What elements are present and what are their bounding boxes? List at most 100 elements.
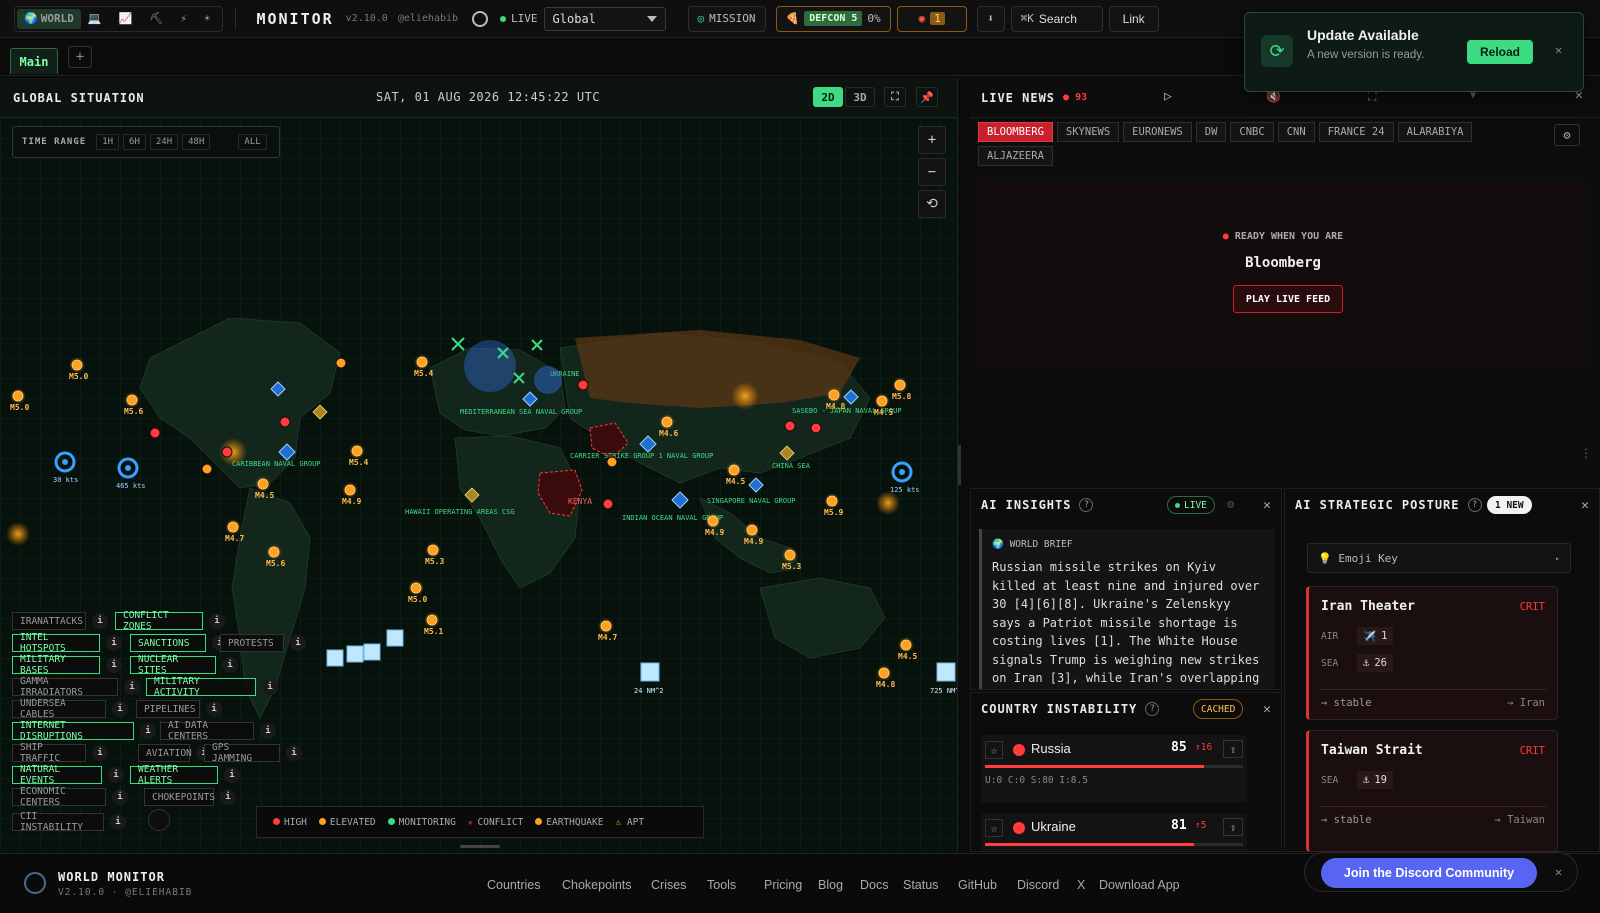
layer-toggle-undersea-cables[interactable]: UNDERSEA CABLES <box>12 698 106 720</box>
layer-toggle-nuclear-sites[interactable]: NUCLEAR SITES <box>130 654 216 676</box>
channel-dw[interactable]: DW <box>1195 122 1227 142</box>
alerts-button[interactable]: ◉ 1 <box>896 5 967 32</box>
info-icon[interactable]: i <box>286 745 302 761</box>
layer-toggle-ai-data-centers[interactable]: AI DATA CENTERS <box>160 720 254 742</box>
add-tab-button[interactable]: + <box>68 46 92 68</box>
hotspot-marker[interactable] <box>810 422 822 434</box>
time-range-2[interactable]: 24H <box>149 134 179 150</box>
channel-cnbc[interactable]: CNBC <box>1230 122 1274 142</box>
instability-row[interactable]: ☆ Ukraine 81 ↑5 ⇪ <box>981 813 1247 851</box>
discord-join-button[interactable]: Join the Discord Community <box>1321 858 1537 888</box>
layer-toggle-iranattacks[interactable]: IRANATTACKS <box>12 612 86 630</box>
star-icon[interactable]: ☆ <box>985 819 1003 837</box>
reload-button[interactable]: Reload <box>1467 40 1533 64</box>
footer-link-docs[interactable]: Docs <box>860 878 888 892</box>
fullscreen-icon[interactable]: ⛶ <box>884 87 906 107</box>
help-icon[interactable]: ? <box>1079 498 1094 512</box>
tab-main[interactable]: Main <box>10 48 58 74</box>
hotspot-marker[interactable] <box>606 456 618 468</box>
layer-toggle-pipelines[interactable]: PIPELINES <box>136 700 200 718</box>
variant-tab-3[interactable]: ⛏ <box>142 9 173 29</box>
variant-tab-0[interactable]: 🌍 WORLD <box>17 8 81 29</box>
channel-cnn[interactable]: CNN <box>1277 122 1315 142</box>
info-icon[interactable]: i <box>106 657 122 673</box>
help-icon[interactable]: ? <box>1467 498 1482 512</box>
footer-link-tools[interactable]: Tools <box>707 878 736 892</box>
settings-icon[interactable]: ⚙ <box>1227 497 1234 511</box>
layer-toggle-economic-centers[interactable]: ECONOMIC CENTERS <box>12 786 106 808</box>
layer-toggle-natural-events[interactable]: NATURAL EVENTS <box>12 764 102 786</box>
channel-france-24[interactable]: FRANCE 24 <box>1318 122 1394 142</box>
info-icon[interactable]: i <box>110 814 126 830</box>
close-icon[interactable]: ✕ <box>1555 865 1562 879</box>
info-icon[interactable]: i <box>224 767 240 783</box>
hotspot-marker[interactable] <box>201 463 213 475</box>
info-icon[interactable]: i <box>92 745 108 761</box>
time-range-1[interactable]: 6H <box>123 134 146 150</box>
layer-toggle-military-bases[interactable]: MILITARY BASES <box>12 654 100 676</box>
layer-toggle-sanctions[interactable]: SANCTIONS <box>130 634 206 652</box>
layer-toggle-internet-disruptions[interactable]: INTERNET DISRUPTIONS <box>12 720 134 742</box>
mode-2d-button[interactable]: 2D <box>813 87 843 107</box>
hotspot-marker[interactable] <box>784 420 796 432</box>
layer-toggle-aviation[interactable]: AVIATION <box>138 744 192 762</box>
time-range-4[interactable]: ALL <box>238 134 267 150</box>
footer-link-status[interactable]: Status <box>903 878 938 892</box>
info-icon[interactable]: i <box>290 635 306 651</box>
world-map[interactable]: MEDITERRANEAN SEA NAVAL GROUP CARRIER ST… <box>0 118 958 852</box>
info-icon[interactable]: i <box>112 701 128 717</box>
theater-card[interactable]: Taiwan Strait CRIT SEA ⚓ 19 → stable → Taiwan <box>1306 730 1558 852</box>
play-live-button[interactable]: PLAY LIVE FEED <box>1233 285 1343 313</box>
defcon-indicator[interactable]: 🍕 DEFCON 5 0% <box>775 5 891 32</box>
info-icon[interactable]: i <box>140 723 156 739</box>
info-icon[interactable]: i <box>222 657 238 673</box>
hotspot-marker[interactable] <box>577 379 589 391</box>
variant-tab-2[interactable]: 📈 <box>112 9 143 29</box>
layer-toggle-gps-jamming[interactable]: GPS JAMMING <box>204 742 280 764</box>
layer-toggle-ship-traffic[interactable]: SHIP TRAFFIC <box>12 742 86 764</box>
info-icon[interactable]: i <box>260 723 276 739</box>
splitter-handle[interactable] <box>958 445 961 485</box>
region-select[interactable]: Global <box>543 6 666 31</box>
close-icon[interactable]: ✕ <box>1555 43 1562 57</box>
footer-link-github[interactable]: GitHub <box>958 878 997 892</box>
gear-icon[interactable]: ⚙ <box>1554 124 1580 146</box>
hotspot-marker[interactable] <box>149 427 161 439</box>
search-button[interactable]: ⌘K Search <box>1010 5 1103 32</box>
emoji-key-toggle[interactable]: 💡 Emoji Key ▸ <box>1307 543 1571 573</box>
share-icon[interactable]: ⇪ <box>1223 740 1243 758</box>
layer-toggle-conflict-zones[interactable]: CONFLICT ZONES <box>115 610 203 632</box>
video-player[interactable]: ● READY WHEN YOU ARE Bloomberg PLAY LIVE… <box>980 183 1586 363</box>
layer-toggle-weather-alerts[interactable]: WEATHER ALERTS <box>130 764 218 786</box>
info-icon[interactable]: i <box>262 679 278 695</box>
zoom-out-button[interactable]: − <box>918 158 946 186</box>
info-icon[interactable]: i <box>220 789 236 805</box>
reset-view-button[interactable]: ⟲ <box>918 190 946 218</box>
footer-link-chokepoints[interactable]: Chokepoints <box>562 878 632 892</box>
mode-3d-button[interactable]: 3D <box>845 87 875 107</box>
channel-euronews[interactable]: EURONEWS <box>1123 122 1192 142</box>
hotspot-marker[interactable] <box>221 446 233 458</box>
layer-toggle-protests[interactable]: PROTESTS <box>220 634 284 652</box>
star-icon[interactable]: ☆ <box>985 741 1003 759</box>
link-button[interactable]: Link <box>1108 5 1159 32</box>
footer-link-crises[interactable]: Crises <box>651 878 686 892</box>
zoom-in-button[interactable]: + <box>918 126 946 154</box>
pin-icon[interactable]: 📌 <box>916 87 938 107</box>
more-icon[interactable]: ⋮ <box>1580 446 1592 460</box>
footer-link-x[interactable]: X <box>1077 878 1085 892</box>
variant-tab-5[interactable]: ☀ <box>197 9 221 29</box>
instability-row[interactable]: ☆ Russia 85 ↑16 ⇪ U:0 C:0 S:80 I:8.5 <box>981 735 1247 803</box>
hotspot-marker[interactable] <box>602 498 614 510</box>
layer-toggle-cii-instability[interactable]: CII INSTABILITY <box>12 811 104 833</box>
share-icon[interactable]: ⇪ <box>1223 818 1243 836</box>
layer-toggle-gamma-irradiators[interactable]: GAMMA IRRADIATORS <box>12 676 118 698</box>
footer-link-pricing[interactable]: Pricing <box>764 878 802 892</box>
play-icon[interactable]: ▷ <box>1164 89 1172 104</box>
channel-alarabiya[interactable]: ALARABIYA <box>1397 122 1473 142</box>
layer-toggle-military-activity[interactable]: MILITARY ACTIVITY <box>146 676 256 698</box>
close-icon[interactable]: ✕ <box>1263 498 1271 513</box>
footer-link-blog[interactable]: Blog <box>818 878 843 892</box>
time-range-0[interactable]: 1H <box>96 134 120 150</box>
info-icon[interactable]: i <box>106 635 122 651</box>
